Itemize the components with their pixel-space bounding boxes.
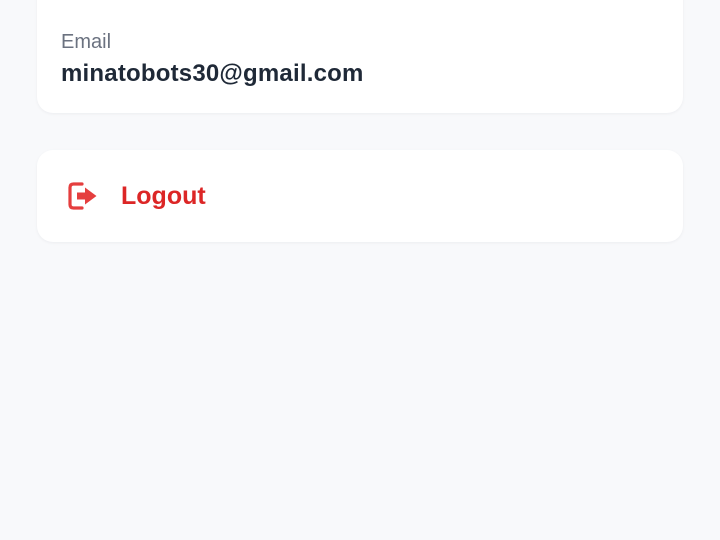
email-card: Email minatobots30@gmail.com [37,0,683,113]
email-label: Email [61,31,112,53]
logout-button[interactable]: Logout [37,150,683,242]
logout-icon [65,178,101,214]
logout-label: Logout [121,182,206,210]
email-value: minatobots30@gmail.com [61,60,364,87]
